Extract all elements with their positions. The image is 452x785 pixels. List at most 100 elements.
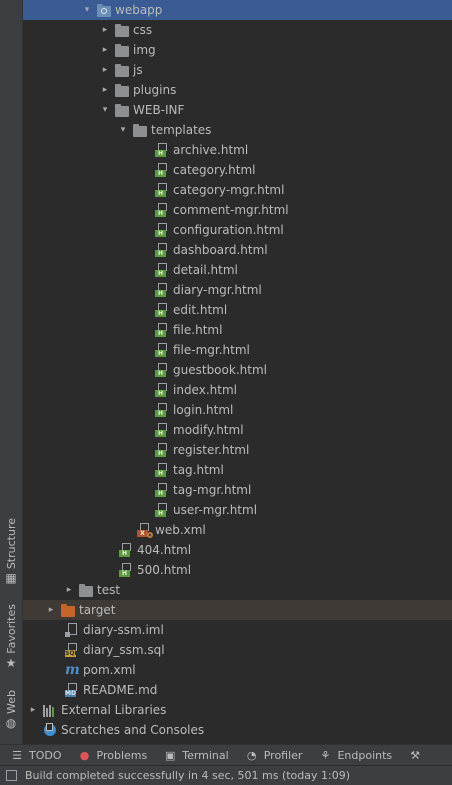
problems-tool-button[interactable]: ● Problems (78, 749, 148, 763)
tree-node-external-libraries[interactable]: ▸ External Libraries (23, 700, 452, 720)
chevron-right-icon[interactable]: ▸ (63, 584, 75, 596)
node-label: diary-mgr.html (173, 283, 262, 297)
tree-node-template-file[interactable]: Hdashboard.html (23, 240, 452, 260)
tree-node-template-file[interactable]: Harchive.html (23, 140, 452, 160)
chevron-down-icon[interactable]: ▾ (99, 104, 111, 116)
tree-node-template-file[interactable]: Hcategory-mgr.html (23, 180, 452, 200)
maven-icon: m (65, 662, 80, 678)
tree-node-template-file[interactable]: Hregister.html (23, 440, 452, 460)
tree-node-img[interactable]: ▸ img (23, 40, 452, 60)
tree-node-pom[interactable]: m pom.xml (23, 660, 452, 680)
chevron-down-icon[interactable]: ▾ (81, 4, 93, 16)
tree-node-template-file[interactable]: Hlogin.html (23, 400, 452, 420)
node-label: diary_ssm.sql (83, 643, 165, 657)
html-file-icon: H (155, 383, 169, 397)
node-label: css (133, 23, 153, 37)
tree-node-template-file[interactable]: Hindex.html (23, 380, 452, 400)
html-file-icon: H (119, 543, 133, 557)
html-file-icon: H (155, 143, 169, 157)
tree-node-template-file[interactable]: Hfile.html (23, 320, 452, 340)
html-file-icon: H (155, 503, 169, 517)
markdown-file-icon: MD (65, 683, 79, 697)
tree-node-500[interactable]: H 500.html (23, 560, 452, 580)
libraries-icon (43, 703, 57, 717)
tree-node-web-inf[interactable]: ▾ WEB-INF (23, 100, 452, 120)
node-label: configuration.html (173, 223, 284, 237)
build-tool-button[interactable]: ⚒ (408, 749, 427, 763)
tree-node-test[interactable]: ▸ test (23, 580, 452, 600)
panel-toggle-icon[interactable] (6, 770, 17, 781)
tree-node-template-file[interactable]: Htag.html (23, 460, 452, 480)
tree-node-template-file[interactable]: Hcomment-mgr.html (23, 200, 452, 220)
tree-node-404[interactable]: H 404.html (23, 540, 452, 560)
node-label: dashboard.html (173, 243, 268, 257)
folder-icon (79, 583, 93, 597)
structure-tab[interactable]: Structure ▦ (3, 518, 19, 584)
tree-node-web-xml[interactable]: X web.xml (23, 520, 452, 540)
html-file-icon: H (155, 343, 169, 357)
node-label: register.html (173, 443, 250, 457)
tree-node-template-file[interactable]: Hdetail.html (23, 260, 452, 280)
tree-node-iml[interactable]: diary-ssm.iml (23, 620, 452, 640)
endpoints-label: Endpoints (337, 749, 393, 762)
tree-node-template-file[interactable]: Hmodify.html (23, 420, 452, 440)
node-label: tag-mgr.html (173, 483, 252, 497)
html-file-icon: H (155, 463, 169, 477)
chevron-right-icon[interactable]: ▸ (99, 84, 111, 96)
tool-window-bar: ☰ TODO ● Problems ▣ Terminal ◔ Profiler … (0, 744, 452, 766)
chevron-right-icon[interactable]: ▸ (99, 44, 111, 56)
tree-node-template-file[interactable]: Hedit.html (23, 300, 452, 320)
tree-node-webapp[interactable]: ▾ webapp (23, 0, 452, 20)
tree-node-template-file[interactable]: Hdiary-mgr.html (23, 280, 452, 300)
scratches-icon (43, 723, 57, 737)
status-message: Build completed successfully in 4 sec, 5… (25, 769, 351, 782)
tree-node-template-file[interactable]: Hcategory.html (23, 160, 452, 180)
tree-node-readme[interactable]: MD README.md (23, 680, 452, 700)
tree-node-template-file[interactable]: Hfile-mgr.html (23, 340, 452, 360)
tree-node-scratches[interactable]: Scratches and Consoles (23, 720, 452, 740)
todo-tool-button[interactable]: ☰ TODO (10, 749, 61, 763)
tree-node-templates[interactable]: ▾ templates (23, 120, 452, 140)
tree-node-js[interactable]: ▸ js (23, 60, 452, 80)
tree-node-target[interactable]: ▸ target (23, 600, 452, 620)
tree-node-template-file[interactable]: Hguestbook.html (23, 360, 452, 380)
node-label: file.html (173, 323, 223, 337)
tree-node-template-file[interactable]: Htag-mgr.html (23, 480, 452, 500)
hammer-icon: ⚒ (410, 748, 421, 762)
node-label: 500.html (137, 563, 192, 577)
node-label: user-mgr.html (173, 503, 258, 517)
html-file-icon: H (155, 443, 169, 457)
profiler-tool-button[interactable]: ◔ Profiler (245, 749, 303, 763)
problems-label: Problems (96, 749, 148, 762)
folder-icon (115, 43, 129, 57)
html-file-icon: H (155, 283, 169, 297)
chevron-right-icon[interactable]: ▸ (45, 604, 57, 616)
endpoints-tool-button[interactable]: ⚘ Endpoints (318, 749, 393, 763)
node-label: tag.html (173, 463, 224, 477)
terminal-tool-button[interactable]: ▣ Terminal (163, 749, 229, 763)
chevron-right-icon[interactable]: ▸ (99, 64, 111, 76)
chevron-down-icon[interactable]: ▾ (117, 124, 129, 136)
web-folder-icon (97, 3, 111, 17)
html-file-icon: H (155, 163, 169, 177)
project-tree[interactable]: ▾ webapp ▸ css ▸ img ▸ js ▸ plugins ▾ WE… (23, 0, 452, 744)
tree-node-plugins[interactable]: ▸ plugins (23, 80, 452, 100)
node-label: 404.html (137, 543, 192, 557)
chevron-right-icon[interactable]: ▸ (27, 704, 39, 716)
html-file-icon: H (155, 403, 169, 417)
tree-node-template-file[interactable]: Huser-mgr.html (23, 500, 452, 520)
favorites-tab[interactable]: Favorites ★ (3, 604, 19, 669)
node-label: WEB-INF (133, 103, 185, 117)
chevron-right-icon[interactable]: ▸ (99, 24, 111, 36)
tree-node-template-file[interactable]: Hconfiguration.html (23, 220, 452, 240)
html-file-icon: H (119, 563, 133, 577)
tree-node-css[interactable]: ▸ css (23, 20, 452, 40)
node-label: diary-ssm.iml (83, 623, 164, 637)
tree-node-sql[interactable]: SQL diary_ssm.sql (23, 640, 452, 660)
node-label: img (133, 43, 156, 57)
web-tab[interactable]: Web ◍ (3, 690, 19, 729)
node-label: file-mgr.html (173, 343, 250, 357)
html-file-icon: H (155, 203, 169, 217)
node-label: category-mgr.html (173, 183, 285, 197)
node-label: js (133, 63, 143, 77)
